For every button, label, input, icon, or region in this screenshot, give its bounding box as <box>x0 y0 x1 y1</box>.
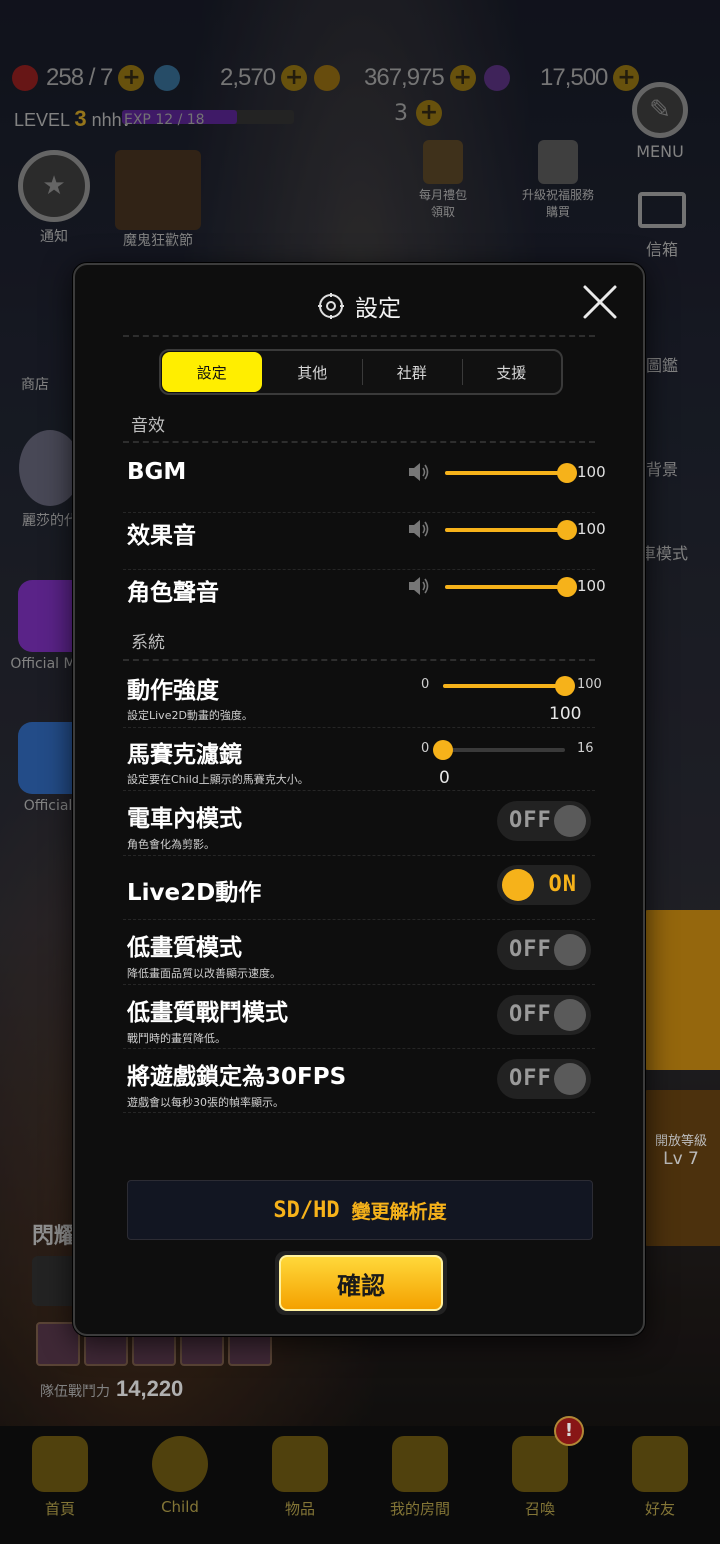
tab-community[interactable]: 社群 <box>362 351 462 393</box>
sfx-row: 效果音 100 <box>127 510 606 566</box>
live2d-row: Live2D動作 ON <box>127 859 593 919</box>
mosaic-min: 0 <box>421 741 430 756</box>
divider <box>123 919 595 920</box>
low-battle-description: 戰鬥時的畫質降低。 <box>127 1032 226 1045</box>
train-mode-toggle[interactable]: OFF <box>497 801 591 841</box>
settings-gear-icon <box>318 293 344 319</box>
toggle-knob <box>554 805 586 837</box>
train-mode-description: 角色會化為剪影。 <box>127 838 215 851</box>
motion-label: 動作強度 <box>127 678 219 704</box>
voice-value: 100 <box>577 577 606 595</box>
fps-lock-row: 將遊戲鎖定為30FPS 遊戲會以每秒30張的幀率顯示。 OFF <box>127 1053 593 1113</box>
motion-min: 0 <box>421 677 430 692</box>
bgm-value: 100 <box>577 463 606 481</box>
motion-row: 動作強度 設定Live2D動畫的強度。 0 100 100 <box>127 667 602 727</box>
live2d-label: Live2D動作 <box>127 880 262 906</box>
divider <box>123 855 595 856</box>
low-battle-toggle[interactable]: OFF <box>497 995 591 1035</box>
section-system-heading: 系統 <box>131 633 165 653</box>
live2d-toggle[interactable]: ON <box>497 865 591 905</box>
divider <box>123 335 595 337</box>
mosaic-row: 馬賽克濾鏡 設定要在Child上顯示的馬賽克大小。 0 16 0 <box>127 731 594 791</box>
slider-knob[interactable] <box>557 463 577 483</box>
slider-fill <box>443 684 565 688</box>
slider-knob[interactable] <box>555 676 575 696</box>
confirm-label: 確認 <box>279 1255 443 1311</box>
slider-fill <box>445 528 567 532</box>
section-sound-heading: 音效 <box>131 416 165 436</box>
voice-label: 角色聲音 <box>127 580 219 606</box>
motion-value: 100 <box>549 704 582 724</box>
divider <box>123 984 595 985</box>
mosaic-max: 16 <box>577 741 594 756</box>
toggle-knob <box>554 1063 586 1095</box>
toggle-knob <box>554 934 586 966</box>
speaker-icon[interactable] <box>407 575 431 597</box>
change-resolution-button[interactable]: SD/HD 變更解析度 <box>127 1180 593 1240</box>
divider <box>123 1112 595 1113</box>
slider-fill <box>445 471 567 475</box>
low-quality-toggle[interactable]: OFF <box>497 930 591 970</box>
mosaic-value: 0 <box>439 768 450 788</box>
voice-row: 角色聲音 100 <box>127 567 606 623</box>
low-quality-row: 低畫質模式 降低畫面品質以改善顯示速度。 OFF <box>127 924 593 984</box>
fps-lock-toggle[interactable]: OFF <box>497 1059 591 1099</box>
resolution-label: 變更解析度 <box>351 1200 447 1223</box>
divider <box>123 727 595 728</box>
slider-fill <box>445 585 567 589</box>
settings-tabs: 設定 其他 社群 支援 <box>159 349 563 395</box>
divider <box>123 659 595 661</box>
fps-lock-description: 遊戲會以每秒30張的幀率顯示。 <box>127 1096 284 1109</box>
sfx-label: 效果音 <box>127 523 196 549</box>
divider <box>123 441 595 443</box>
motion-description: 設定Live2D動畫的強度。 <box>127 709 253 722</box>
divider <box>123 1048 595 1049</box>
low-quality-label: 低畫質模式 <box>127 935 242 961</box>
motion-max: 100 <box>577 677 602 692</box>
bgm-slider[interactable] <box>445 463 577 483</box>
toggle-state: OFF <box>509 1002 552 1027</box>
toggle-state: OFF <box>509 1066 552 1091</box>
confirm-button[interactable]: 確認 <box>275 1251 447 1315</box>
sfx-slider[interactable] <box>445 520 577 540</box>
toggle-state: OFF <box>509 808 552 833</box>
train-mode-label: 電車內模式 <box>127 806 242 832</box>
train-mode-row: 電車內模式 角色會化為剪影。 OFF <box>127 795 593 855</box>
tab-other[interactable]: 其他 <box>263 351 363 393</box>
voice-slider[interactable] <box>445 577 577 597</box>
low-battle-row: 低畫質戰鬥模式 戰鬥時的畫質降低。 OFF <box>127 989 593 1049</box>
divider <box>123 790 595 791</box>
low-battle-label: 低畫質戰鬥模式 <box>127 1000 288 1026</box>
motion-slider[interactable] <box>443 676 575 696</box>
speaker-icon[interactable] <box>407 518 431 540</box>
close-icon[interactable] <box>581 283 619 321</box>
speaker-icon[interactable] <box>407 461 431 483</box>
toggle-knob <box>554 999 586 1031</box>
toggle-state: OFF <box>509 937 552 962</box>
resolution-tag: SD/HD <box>273 1197 340 1223</box>
toggle-state: ON <box>548 872 577 897</box>
sfx-value: 100 <box>577 520 606 538</box>
mosaic-label: 馬賽克濾鏡 <box>127 742 242 768</box>
tab-support[interactable]: 支援 <box>461 351 562 393</box>
settings-dialog: 設定 設定 其他 社群 支援 音效 BGM 100 效果音 100 角色聲音 1… <box>73 263 645 1336</box>
dialog-title: 設定 <box>75 289 643 323</box>
bgm-label: BGM <box>127 459 187 485</box>
dialog-title-text: 設定 <box>355 296 401 322</box>
mosaic-slider[interactable] <box>433 740 565 760</box>
tab-settings[interactable]: 設定 <box>162 352 262 392</box>
low-quality-description: 降低畫面品質以改善顯示速度。 <box>127 967 281 980</box>
mosaic-description: 設定要在Child上顯示的馬賽克大小。 <box>127 773 309 786</box>
slider-knob[interactable] <box>557 520 577 540</box>
slider-knob[interactable] <box>433 740 453 760</box>
toggle-knob <box>502 869 534 901</box>
slider-knob[interactable] <box>557 577 577 597</box>
bgm-row: BGM 100 <box>127 453 606 509</box>
fps-lock-label: 將遊戲鎖定為30FPS <box>127 1064 347 1090</box>
